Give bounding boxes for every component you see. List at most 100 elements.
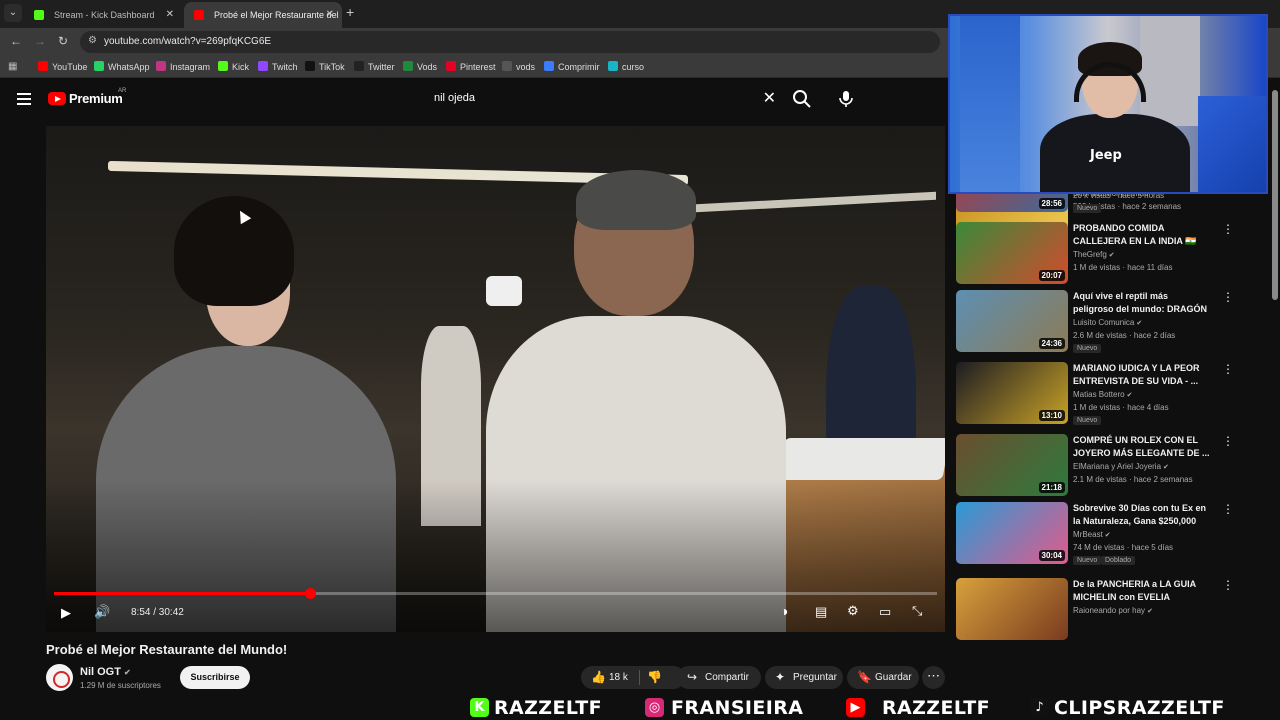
recommended-channel[interactable]: MrBeast ✔ (1073, 530, 1111, 539)
seek-handle[interactable] (305, 588, 316, 599)
video-thumbnail[interactable] (956, 578, 1068, 640)
share-button[interactable]: ↪ Compartir (677, 666, 761, 689)
microphone-icon[interactable] (836, 89, 856, 109)
duration-badge: 20:07 (1038, 270, 1065, 281)
banner-handle: FRANSIEIRA (671, 697, 804, 719)
premium-logo-text[interactable]: Premium (69, 91, 123, 106)
recommended-video[interactable]: 21:18 COMPRÉ UN ROLEX CON EL JOYERO MÁS E… (956, 434, 1276, 496)
dislike-icon[interactable]: 👎 (647, 666, 662, 689)
play-icon[interactable]: ▶ (61, 605, 71, 621)
volume-icon[interactable]: 🔊 (94, 604, 110, 620)
like-icon[interactable]: 👍 (591, 666, 606, 689)
new-tab-icon[interactable]: + (346, 4, 354, 20)
verified-icon: ✔ (1126, 392, 1133, 399)
bookmark-vods[interactable]: Vods (403, 61, 437, 72)
bookmark-youtube[interactable]: YouTube (38, 61, 87, 72)
recommended-video[interactable]: 13:10 MARIANO IUDICA Y LA PEOR ENTREVISTA… (956, 362, 1276, 425)
youtube-logo-icon[interactable] (48, 92, 66, 105)
bookmark-pinterest[interactable]: Pinterest (446, 61, 496, 72)
video-thumbnail[interactable]: 24:36 (956, 290, 1068, 352)
bookmark-label: curso (622, 62, 645, 72)
share-label: Compartir (705, 672, 749, 683)
recommended-video-title[interactable]: MARIANO IUDICA Y LA PEOR ENTREVISTA DE S… (1073, 362, 1211, 387)
subscribe-button[interactable]: Suscribirse (180, 666, 250, 689)
fullscreen-icon[interactable]: ⤡ (912, 603, 922, 619)
reload-icon[interactable]: ↻ (58, 34, 68, 48)
divider (639, 670, 640, 685)
close-tab-icon[interactable]: ✕ (326, 2, 334, 28)
recommended-video-title[interactable]: De la PANCHERIA a LA GUIA MICHELIN con E… (1073, 578, 1211, 603)
ask-button[interactable]: ✦ Preguntar (765, 666, 843, 689)
sidebar-scrollbar[interactable] (1272, 90, 1278, 300)
region-code: AR (118, 88, 127, 94)
url-field[interactable]: ⚙ youtube.com/watch?v=269pfqKCG6E (80, 31, 940, 53)
more-options-icon[interactable]: ⋮ (1222, 222, 1234, 236)
channel-name[interactable]: Nil OGT ✔ (80, 666, 131, 678)
bookmark-instagram[interactable]: Instagram (156, 61, 210, 72)
channel-name-text: Nil OGT (80, 666, 121, 678)
clear-search-icon[interactable]: ✕ (763, 88, 776, 108)
settings-gear-icon[interactable]: ⚙ (847, 603, 859, 619)
more-options-icon[interactable]: ⋮ (1222, 434, 1234, 448)
recommended-channel[interactable]: Raioneando por hay ✔ (1073, 606, 1153, 615)
more-options-icon[interactable]: ⋮ (1222, 290, 1234, 304)
bookmark-icon: 🔖 (857, 670, 872, 684)
recommended-video[interactable]: 30:04 Sobrevive 30 Días con tu Ex en la N… (956, 502, 1276, 565)
theater-mode-icon[interactable]: ▭ (879, 604, 891, 620)
bookmark-curso[interactable]: curso (608, 61, 644, 72)
bookmark-kick[interactable]: Kick (218, 61, 249, 72)
recommended-video-title[interactable]: Sobrevive 30 Días con tu Ex en la Natura… (1073, 502, 1211, 527)
subtitles-icon[interactable]: ▤ (815, 604, 827, 620)
recommended-video[interactable]: 24:36 Aquí vive el reptil más peligroso d… (956, 290, 1276, 353)
ask-label: Preguntar (793, 672, 837, 683)
more-options-icon[interactable]: ⋮ (1222, 362, 1234, 376)
recommended-video-title[interactable]: COMPRÉ UN ROLEX CON EL JOYERO MÁS ELEGAN… (1073, 434, 1211, 459)
bookmark-vods[interactable]: vods (502, 61, 535, 72)
video-thumbnail[interactable]: 30:04 (956, 502, 1068, 564)
video-thumbnail[interactable]: 21:18 (956, 434, 1068, 496)
more-actions-icon[interactable]: ⋯ (922, 666, 945, 689)
bookmark-tiktok[interactable]: TikTok (305, 61, 345, 72)
channel-avatar[interactable] (46, 664, 73, 691)
recommended-video[interactable]: 20:07 PROBANDO COMIDA CALLEJERA EN LA IND… (956, 222, 1276, 284)
kick-favicon-icon (34, 10, 44, 20)
autoplay-toggle-icon[interactable]: ◑ (780, 603, 788, 619)
new-badge: Nuevo (1073, 344, 1102, 353)
site-settings-icon[interactable]: ⚙ (88, 35, 97, 46)
video-thumbnail[interactable]: 20:07 (956, 222, 1068, 284)
close-tab-icon[interactable]: ✕ (166, 2, 174, 28)
video-thumbnail[interactable]: 13:10 (956, 362, 1068, 424)
menu-icon[interactable] (17, 93, 31, 108)
recommended-channel[interactable]: TheGrefg ✔ (1073, 250, 1115, 259)
recommended-channel[interactable]: Matias Bottero ✔ (1073, 390, 1132, 399)
forward-arrow-icon[interactable]: → (34, 34, 46, 48)
room-shelf (1140, 16, 1200, 126)
banner-platform-icon: K (470, 698, 489, 717)
bookmark-comprimir[interactable]: Comprimir (544, 61, 600, 72)
tab-search-icon[interactable]: ⌄ (4, 4, 22, 22)
recommended-video-title[interactable]: PROBANDO COMIDA CALLEJERA EN LA INDIA 🇮🇳 (1073, 222, 1211, 247)
recommended-video-title[interactable]: Aquí vive el reptil más peligroso del mu… (1073, 290, 1211, 316)
url-text: youtube.com/watch?v=269pfqKCG6E (104, 36, 272, 47)
recommended-channel[interactable]: ElMariana y Ariel Joyeria ✔ (1073, 462, 1169, 471)
recommended-channel[interactable]: Luisito Comunica ✔ (1073, 318, 1142, 327)
tab-youtube-video[interactable]: Probé el Mejor Restaurante del ✕ (184, 2, 342, 28)
subscriber-count: 1.29 M de suscriptores (80, 681, 161, 690)
tab-kick-dashboard[interactable]: Stream - Kick Dashboard ✕ (24, 2, 182, 28)
recommended-video[interactable]: De la PANCHERIA a LA GUIA MICHELIN con E… (956, 578, 1276, 640)
search-input[interactable]: nil ojeda ✕ (426, 85, 782, 113)
bookmark-twitter[interactable]: Twitter (354, 61, 395, 72)
bookmark-twitch[interactable]: Twitch (258, 61, 298, 72)
more-options-icon[interactable]: ⋮ (1222, 578, 1234, 592)
save-button[interactable]: 🔖 Guardar (847, 666, 919, 689)
search-icon[interactable] (792, 89, 812, 109)
apps-grid-icon[interactable]: ▦ (8, 61, 17, 72)
more-options-icon[interactable]: ⋮ (1222, 502, 1234, 516)
back-arrow-icon[interactable]: ← (10, 34, 22, 48)
shirt-logo: Jeep (1090, 148, 1122, 163)
bookmark-whatsapp[interactable]: WhatsApp (94, 61, 150, 72)
seek-bar-progress (54, 592, 310, 595)
bookmark-label: Kick (232, 62, 250, 72)
like-count[interactable]: 18 k (609, 672, 628, 683)
video-player[interactable] (46, 126, 945, 632)
